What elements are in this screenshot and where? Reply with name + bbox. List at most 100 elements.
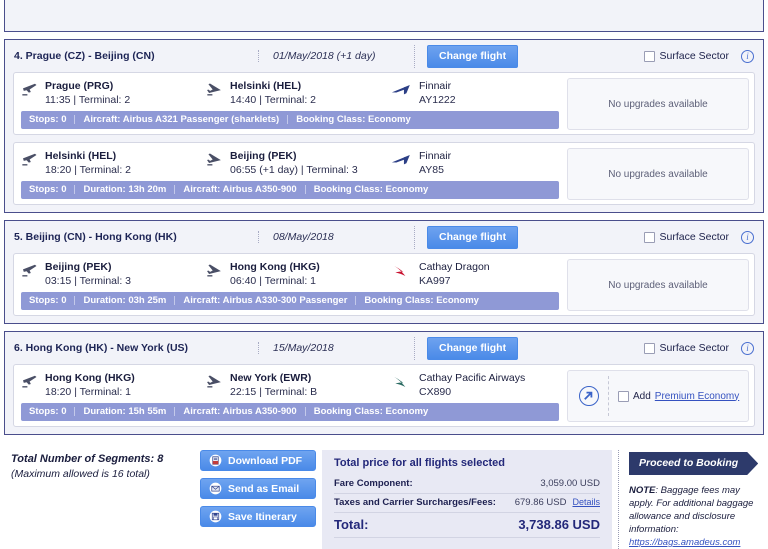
departure-leg: Prague (PRG) 11:35 | Terminal: 2 [21, 80, 206, 107]
arrival-plane-icon [207, 264, 221, 277]
no-upgrades-text: No upgrades available [608, 98, 708, 110]
carrier-text: Finnair AY1222 [419, 80, 456, 107]
surface-sector-checkbox[interactable] [643, 231, 655, 243]
proceed-to-booking-button[interactable]: Proceed to Booking [629, 452, 758, 475]
detail-separator [74, 115, 76, 124]
flight-card-top-row: Beijing (PEK) 03:15 | Terminal: 3 Hong Kon… [19, 259, 561, 292]
carrier-info: Finnair AY1222 [391, 80, 456, 107]
upgrade-box: No upgrades available [567, 148, 749, 200]
detail-separator [287, 115, 289, 124]
surface-sector-label: Surface Sector [659, 231, 729, 243]
booking-note-panel: Proceed to Booking NOTE: Baggage fees ma… [618, 450, 764, 549]
leg-text: Beijing (PEK) 03:15 | Terminal: 3 [45, 261, 131, 288]
detail-separator [304, 185, 306, 194]
total-label: Total: [334, 517, 369, 532]
detail-separator [74, 407, 76, 416]
upgrade-box: No upgrades available [567, 259, 749, 311]
flight-card: Beijing (PEK) 03:15 | Terminal: 3 Hong Kon… [13, 253, 755, 316]
departure-time: 03:15 | Terminal: 3 [45, 275, 131, 287]
note-prefix: NOTE [629, 485, 656, 496]
detail-duration: Duration: 13h 20m [83, 184, 167, 195]
flight-card-main: Hong Kong (HKG) 18:20 | Terminal: 1 New Yo… [19, 370, 561, 422]
cathay-pacific-logo-icon [394, 376, 406, 388]
info-icon[interactable]: i [741, 341, 754, 355]
arrival-plane-icon [207, 153, 221, 166]
segment-title: 6. Hong Kong (HK) - New York (US) [14, 342, 189, 354]
flight-card-main: Prague (PRG) 11:35 | Terminal: 2 Helsinki … [19, 78, 561, 130]
premium-economy-link[interactable]: Premium Economy [655, 391, 739, 402]
detail-stops: Stops: 0 [29, 114, 67, 125]
detail-separator [74, 185, 76, 194]
price-summary-panel: Total price for all flights selected Far… [322, 450, 612, 549]
taxes-details-link[interactable]: Details [572, 497, 600, 507]
send-as-email-button[interactable]: Send as Email [200, 478, 316, 499]
segment-block: 6. Hong Kong (HK) - New York (US) 15/May/… [4, 331, 764, 435]
detail-stops: Stops: 0 [29, 184, 67, 195]
change-flight-wrapper: Change flight [414, 336, 644, 360]
carrier-info: Cathay Dragon KA997 [391, 261, 490, 288]
arrival-leg: Beijing (PEK) 06:55 (+1 day) | Terminal: … [206, 150, 391, 177]
add-label: Add [633, 390, 651, 402]
arrival-plane-icon [207, 83, 221, 96]
segment-date: 08/May/2018 [258, 231, 414, 243]
flight-number: CX890 [419, 386, 452, 398]
download-pdf-button[interactable]: Download PDF [200, 450, 316, 471]
save-itinerary-button[interactable]: Save Itinerary [200, 506, 316, 527]
surface-sector-group: Surface Sector i [643, 49, 754, 63]
segment-date: 15/May/2018 [258, 342, 414, 354]
leg-text: Hong Kong (HKG) 06:40 | Terminal: 1 [230, 261, 320, 288]
download-pdf-label: Download PDF [228, 454, 303, 467]
arrival-leg: New York (EWR) 22:15 | Terminal: B [206, 372, 391, 399]
detail-duration: Duration: 03h 25m [83, 295, 167, 306]
change-flight-wrapper: Change flight [414, 44, 644, 68]
segment-count: Total Number of Segments: 8 (Maximum all… [4, 450, 200, 481]
flight-card: Helsinki (HEL) 18:20 | Terminal: 2 Beijing… [13, 142, 755, 205]
departure-city: Helsinki (HEL) [45, 150, 117, 162]
save-itinerary-label: Save Itinerary [228, 510, 297, 523]
upgrade-arrow-icon[interactable] [579, 386, 599, 406]
departure-time: 11:35 | Terminal: 2 [45, 94, 131, 106]
change-flight-button[interactable]: Change flight [427, 225, 519, 249]
detail-aircraft: Booking Class: Economy [296, 114, 411, 125]
segments-list: 4. Prague (CZ) - Beijing (CN) 01/May/2018… [0, 39, 768, 435]
add-premium-economy-checkbox[interactable] [618, 390, 629, 402]
departure-plane-icon [22, 264, 37, 277]
itinerary-page: Stops: 0 Duration: 04h 55m Aircraft: Air… [0, 0, 768, 549]
surface-sector-group: Surface Sector i [643, 341, 754, 355]
departure-leg: Beijing (PEK) 03:15 | Terminal: 3 [21, 261, 206, 288]
flight-number: AY1222 [419, 94, 456, 106]
leg-text: New York (EWR) 22:15 | Terminal: B [230, 372, 317, 399]
info-icon[interactable]: i [741, 49, 754, 63]
segment-title: 5. Beijing (CN) - Hong Kong (HK) [14, 231, 177, 243]
departure-leg: Hong Kong (HKG) 18:20 | Terminal: 1 [21, 372, 206, 399]
flight-card-main: Beijing (PEK) 03:15 | Terminal: 3 Hong Kon… [19, 259, 561, 311]
departure-time: 18:20 | Terminal: 2 [45, 164, 131, 176]
baggage-note: NOTE: Baggage fees may apply. For additi… [629, 484, 760, 549]
arrival-time: 06:40 | Terminal: 1 [230, 275, 316, 287]
detail-separator [304, 407, 306, 416]
upgrade-box: Add Premium Economy [567, 370, 749, 422]
arrival-time: 22:15 | Terminal: B [230, 386, 318, 398]
baggage-link[interactable]: https://bags.amadeus.com [629, 537, 740, 548]
flight-card: Hong Kong (HKG) 18:20 | Terminal: 1 New Yo… [13, 364, 755, 427]
detail-aircraft: Aircraft: Airbus A330-300 Passenger [183, 295, 348, 306]
no-upgrades-text: No upgrades available [608, 168, 708, 180]
finnair-logo-icon [391, 85, 410, 95]
action-buttons: Download PDF Send as Email Save Itinerar… [200, 450, 316, 527]
detail-booking-class: Booking Class: Economy [313, 406, 429, 417]
leg-text: Helsinki (HEL) 18:20 | Terminal: 2 [45, 150, 131, 177]
detail-separator [174, 407, 176, 416]
surface-sector-checkbox[interactable] [643, 50, 655, 62]
info-icon[interactable]: i [741, 230, 754, 244]
change-flight-button[interactable]: Change flight [427, 44, 519, 68]
surface-sector-checkbox[interactable] [643, 342, 655, 354]
detail-booking-class: Booking Class: Economy [364, 295, 479, 306]
departure-plane-icon [22, 83, 37, 96]
flight-detail-bar: Stops: 0 Duration: 03h 25m Aircraft: Airbu… [21, 292, 559, 310]
segment-header: 5. Beijing (CN) - Hong Kong (HK) 08/May/2… [5, 221, 763, 253]
change-flight-button[interactable]: Change flight [427, 336, 519, 360]
leg-text: Hong Kong (HKG) 18:20 | Terminal: 1 [45, 372, 135, 399]
detail-aircraft: Aircraft: Airbus A350-900 [183, 406, 297, 417]
send-as-email-label: Send as Email [228, 482, 300, 495]
no-upgrades-text: No upgrades available [608, 279, 708, 291]
